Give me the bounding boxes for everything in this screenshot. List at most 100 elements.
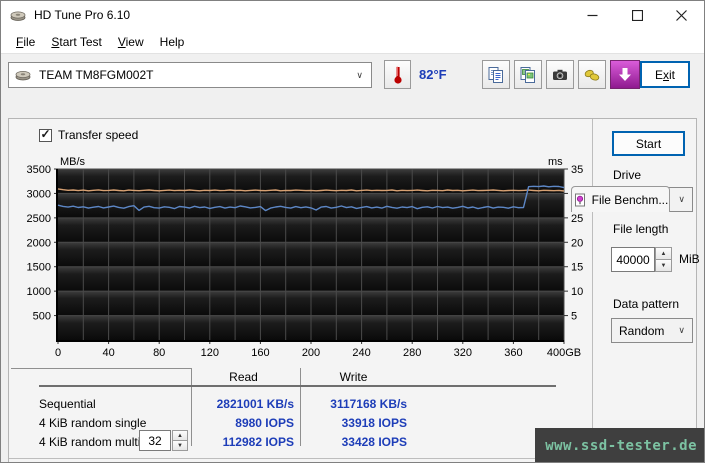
file-benchmark-page: ✓ Transfer speed 3500 3000 2500 2000 1500 100… bbox=[8, 118, 700, 463]
data-pattern-label: Data pattern bbox=[613, 297, 680, 311]
result-row-label: 4 KiB random multi bbox=[39, 435, 141, 449]
random-single-read-value: 8980 IOPS bbox=[235, 416, 294, 430]
transfer-speed-chart: 3500300025002000150010005003530252015105… bbox=[27, 156, 583, 359]
svg-text:80: 80 bbox=[153, 347, 165, 359]
svg-text:5: 5 bbox=[571, 311, 577, 323]
spin-down-button[interactable]: ▼ bbox=[655, 260, 672, 272]
svg-text:40: 40 bbox=[102, 347, 114, 359]
exit-button[interactable]: Exit bbox=[640, 61, 690, 88]
results-header-underline bbox=[39, 385, 556, 387]
menu-file[interactable]: File bbox=[8, 31, 43, 53]
disk-icon bbox=[15, 71, 31, 81]
queue-depth-input[interactable] bbox=[139, 430, 171, 451]
svg-text:360: 360 bbox=[504, 347, 522, 359]
transfer-speed-option: ✓ Transfer speed bbox=[39, 128, 138, 142]
download-arrow-icon bbox=[619, 68, 631, 81]
file-length-input[interactable] bbox=[611, 247, 655, 272]
chevron-down-icon: ∨ bbox=[678, 325, 685, 335]
hd-tune-window: HD Tune Pro 6.10 File Start Test View He… bbox=[0, 0, 705, 463]
donate-button[interactable] bbox=[578, 60, 606, 89]
spin-up-button[interactable]: ▲ bbox=[655, 247, 672, 260]
start-button[interactable]: Start bbox=[612, 131, 685, 156]
thermometer-icon bbox=[393, 66, 402, 84]
svg-text:20: 20 bbox=[571, 237, 583, 249]
svg-text:MB/s: MB/s bbox=[60, 156, 86, 168]
titlebar: HD Tune Pro 6.10 bbox=[0, 0, 705, 30]
file-length-unit: MiB bbox=[679, 252, 700, 266]
menu-start-test[interactable]: Start Test bbox=[43, 31, 109, 53]
file-benchmark-icon bbox=[574, 193, 585, 206]
svg-text:500: 500 bbox=[33, 311, 51, 323]
temperature-value: 82°F bbox=[419, 67, 447, 82]
toolbar: TEAM TM8FGM002T ∨ 82°F Exit bbox=[0, 53, 705, 93]
maximize-button[interactable] bbox=[615, 1, 660, 29]
svg-text:25: 25 bbox=[571, 213, 583, 225]
write-column-header: Write bbox=[339, 370, 368, 384]
random-multi-read-value: 112982 IOPS bbox=[222, 435, 294, 449]
copy-text-icon bbox=[488, 66, 503, 83]
temperature-button[interactable] bbox=[384, 60, 411, 89]
data-pattern-select[interactable]: Random ∨ bbox=[611, 318, 693, 343]
save-download-button[interactable] bbox=[610, 60, 640, 89]
copy-text-button[interactable] bbox=[482, 60, 510, 89]
svg-text:120: 120 bbox=[201, 347, 219, 359]
screenshot-button[interactable] bbox=[546, 60, 574, 89]
menubar: File Start Test View Help bbox=[0, 30, 705, 53]
svg-text:1000: 1000 bbox=[27, 286, 51, 298]
data-pattern-value: Random bbox=[619, 323, 665, 338]
svg-text:2500: 2500 bbox=[27, 213, 51, 225]
read-column-header: Read bbox=[229, 370, 258, 384]
sequential-write-value: 3117168 KB/s bbox=[330, 397, 407, 411]
drive-label: Drive bbox=[613, 168, 642, 182]
tabbar: ◀ Benchmark i Info Health Error bbox=[0, 93, 705, 212]
svg-text:10: 10 bbox=[571, 286, 583, 298]
exit-label: Exit bbox=[654, 67, 675, 82]
app-disk-icon bbox=[10, 11, 26, 21]
watermark: www.ssd-tester.de bbox=[535, 428, 705, 463]
svg-text:15: 15 bbox=[571, 262, 583, 274]
close-icon bbox=[676, 9, 687, 21]
svg-text:160: 160 bbox=[251, 347, 269, 359]
checkmark-icon: ✓ bbox=[40, 127, 51, 141]
maximize-icon bbox=[632, 9, 643, 21]
close-button[interactable] bbox=[659, 1, 704, 29]
camera-icon bbox=[553, 69, 567, 80]
file-length-spinner: ▲ ▼ bbox=[655, 247, 672, 272]
svg-text:35: 35 bbox=[571, 164, 583, 176]
svg-text:3000: 3000 bbox=[27, 188, 51, 200]
menu-help[interactable]: Help bbox=[152, 31, 193, 53]
tab-file-benchmark[interactable]: File Benchm... bbox=[571, 186, 670, 212]
chevron-down-icon: ∨ bbox=[678, 194, 685, 204]
minimize-icon bbox=[587, 14, 598, 16]
random-single-write-value: 33918 IOPS bbox=[341, 416, 407, 430]
svg-text:320: 320 bbox=[454, 347, 472, 359]
panel-divider-horizontal bbox=[9, 458, 593, 459]
svg-text:240: 240 bbox=[352, 347, 370, 359]
start-label: Start bbox=[635, 136, 662, 151]
device-name: TEAM TM8FGM002T bbox=[39, 68, 154, 82]
result-row-label: Sequential bbox=[39, 397, 96, 411]
panel-divider-vertical bbox=[592, 119, 593, 458]
results-top-line bbox=[11, 368, 192, 369]
svg-text:3500: 3500 bbox=[27, 164, 51, 176]
file-length-label: File length bbox=[613, 222, 669, 236]
copy-image-icon bbox=[520, 66, 535, 83]
device-select[interactable]: TEAM TM8FGM002T ∨ bbox=[8, 62, 372, 88]
svg-text:0: 0 bbox=[55, 347, 61, 359]
tab-label: File Benchm... bbox=[591, 192, 669, 207]
random-multi-write-value: 33428 IOPS bbox=[341, 435, 407, 449]
svg-text:400GB: 400GB bbox=[547, 347, 581, 359]
svg-text:1500: 1500 bbox=[27, 262, 51, 274]
transfer-speed-checkbox[interactable]: ✓ bbox=[39, 127, 52, 142]
minimize-button[interactable] bbox=[570, 1, 615, 29]
menu-view[interactable]: View bbox=[110, 31, 152, 53]
svg-text:200: 200 bbox=[302, 347, 320, 359]
chevron-down-icon: ∨ bbox=[356, 69, 363, 80]
svg-text:ms: ms bbox=[548, 156, 563, 168]
svg-text:2000: 2000 bbox=[27, 237, 51, 249]
transfer-speed-label: Transfer speed bbox=[58, 128, 139, 142]
copy-image-button[interactable] bbox=[514, 60, 542, 89]
window-title: HD Tune Pro 6.10 bbox=[34, 8, 131, 22]
svg-text:280: 280 bbox=[403, 347, 421, 359]
result-row-label: 4 KiB random single bbox=[39, 416, 147, 430]
